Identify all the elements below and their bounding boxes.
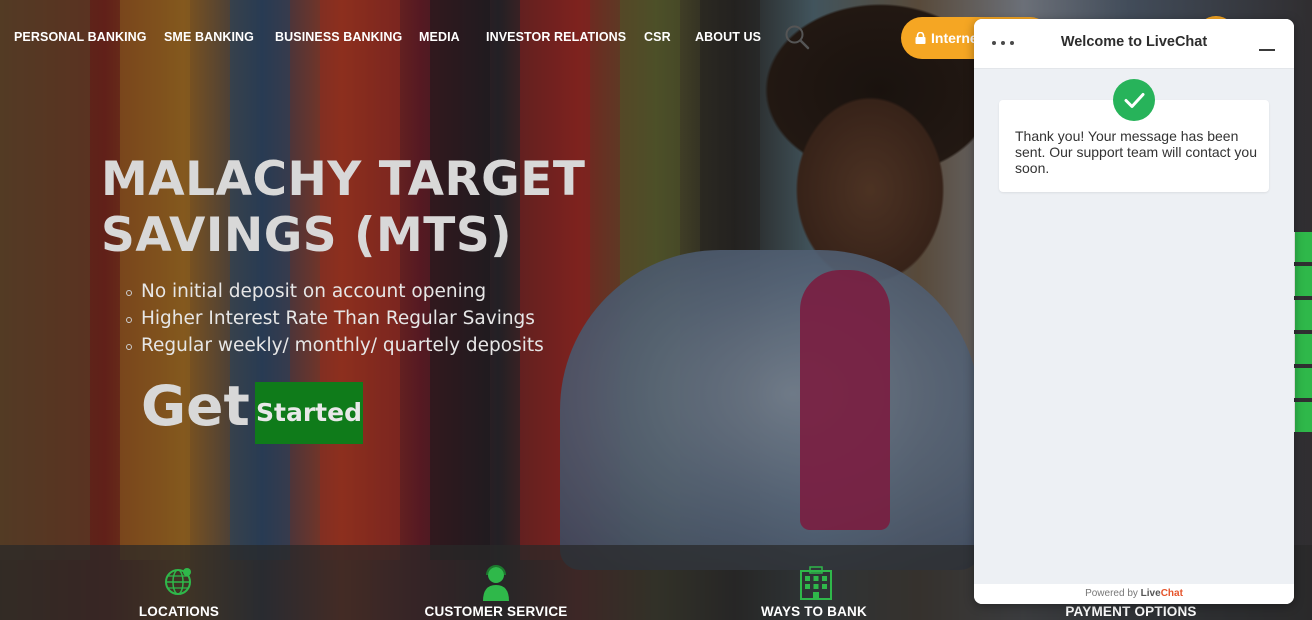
feature-item: Higher Interest Rate Than Regular Saving… [126, 305, 544, 332]
side-tab[interactable] [1294, 266, 1312, 296]
nav-about-us[interactable]: ABOUT US [695, 30, 761, 44]
quick-link-label: CUSTOMER SERVICE [424, 604, 568, 619]
main-navigation: PERSONAL BANKING SME BANKING BUSINESS BA… [0, 0, 1051, 74]
side-tab[interactable] [1294, 232, 1312, 262]
cta-prefix: Get [141, 374, 250, 438]
brand-chat: Chat [1160, 588, 1183, 599]
powered-by-label: Powered by [1085, 588, 1138, 599]
feature-list: No initial deposit on account opening Hi… [126, 278, 544, 359]
nav-investor-relations[interactable]: INVESTOR RELATIONS [486, 30, 626, 44]
nav-personal-banking[interactable]: PERSONAL BANKING [14, 30, 147, 44]
globe-pin-icon [165, 568, 191, 595]
internet-banking-label: Interne [931, 30, 978, 46]
checkmark-icon [1113, 79, 1155, 121]
side-tab[interactable] [1294, 402, 1312, 432]
lock-icon [915, 32, 926, 44]
quick-link-label: WAYS TO BANK [761, 604, 867, 619]
get-started-button[interactable]: Started [255, 382, 363, 444]
livechat-title: Welcome to LiveChat [1060, 34, 1208, 50]
bank-building-icon [800, 566, 832, 600]
quick-link-ways-to-bank[interactable]: WAYS TO BANK [714, 545, 914, 620]
partial-green-mark [1294, 46, 1312, 68]
side-tab[interactable] [1294, 334, 1312, 364]
feature-item: No initial deposit on account opening [126, 278, 544, 305]
side-tab[interactable] [1294, 300, 1312, 330]
nav-sme-banking[interactable]: SME BANKING [164, 30, 254, 44]
quick-link-label: PAYMENT OPTIONS [1065, 604, 1197, 619]
nav-csr[interactable]: CSR [644, 30, 671, 44]
feature-item: Regular weekly/ monthly/ quartely deposi… [126, 332, 544, 359]
nav-business-banking[interactable]: BUSINESS BANKING [275, 30, 402, 44]
support-agent-icon [483, 565, 509, 601]
livechat-footer[interactable]: Powered by LiveChat [974, 584, 1294, 604]
nav-media[interactable]: MEDIA [419, 30, 460, 44]
quick-link-customer-service[interactable]: CUSTOMER SERVICE [396, 545, 596, 620]
quick-link-label: LOCATIONS [138, 604, 220, 619]
search-icon[interactable] [784, 24, 810, 50]
brand-live: Live [1140, 588, 1161, 599]
livechat-window: Welcome to LiveChat Thank you! Your mess… [974, 19, 1294, 604]
confirmation-message: Thank you! Your message has been sent. O… [1015, 128, 1257, 176]
side-tab[interactable] [1294, 368, 1312, 398]
livechat-header: Welcome to LiveChat [974, 19, 1294, 69]
hero-title: MALACHY TARGET SAVINGS (MTS) [101, 152, 586, 263]
minimize-icon[interactable] [1257, 41, 1277, 55]
quick-link-locations[interactable]: LOCATIONS [79, 545, 279, 620]
